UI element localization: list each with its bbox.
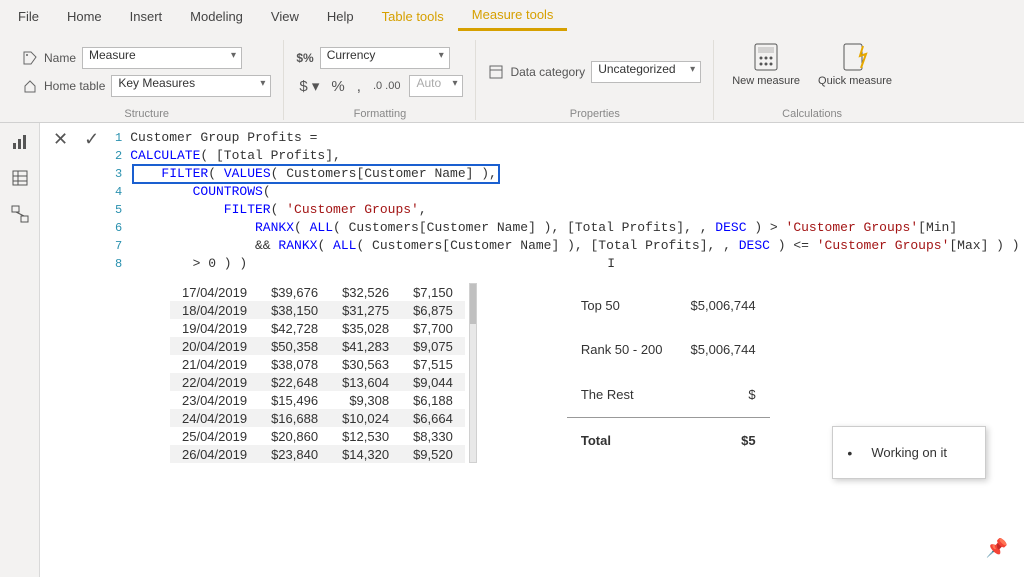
- measure-name-input[interactable]: Measure: [82, 47, 242, 69]
- ribbon-group-formatting: $% Currency $ ▾ % , .0 .00 Auto Formatti…: [284, 40, 476, 120]
- tab-home[interactable]: Home: [53, 3, 116, 30]
- home-icon: [22, 78, 38, 94]
- dax-editor[interactable]: 1Customer Group Profits = 2CALCULATE( [T…: [112, 129, 1019, 273]
- datacategory-label: Data category: [510, 65, 585, 79]
- new-measure-label: New measure: [732, 75, 800, 87]
- tag-icon: [22, 50, 38, 66]
- formula-bar: ✕ ✓ 1Customer Group Profits = 2CALCULATE…: [40, 123, 1024, 277]
- format-icon: $%: [296, 51, 313, 65]
- calculator-icon: [751, 42, 781, 72]
- quick-measure-icon: [840, 42, 870, 72]
- report-view-icon[interactable]: [9, 131, 31, 153]
- date-values-table[interactable]: 17/04/2019$39,676$32,526$7,15018/04/2019…: [170, 283, 465, 463]
- hometable-dropdown[interactable]: Key Measures: [111, 75, 271, 97]
- currency-symbol-button[interactable]: $ ▾: [296, 76, 322, 96]
- tab-view[interactable]: View: [257, 3, 313, 30]
- tab-insert[interactable]: Insert: [116, 3, 177, 30]
- tab-help[interactable]: Help: [313, 3, 368, 30]
- decimals-input[interactable]: Auto: [409, 75, 463, 97]
- tooltip-text: Working on it: [871, 445, 947, 460]
- datacategory-dropdown[interactable]: Uncategorized: [591, 61, 701, 83]
- table-scrollbar[interactable]: [469, 283, 477, 463]
- pin-icon: 📌: [986, 538, 1008, 559]
- view-rail: [0, 123, 40, 577]
- table-row[interactable]: 18/04/2019$38,150$31,275$6,875: [170, 301, 465, 319]
- ribbon-tabs: File Home Insert Modeling View Help Tabl…: [0, 0, 1024, 32]
- hometable-label: Home table: [44, 79, 105, 93]
- quick-measure-button[interactable]: Quick measure: [812, 40, 898, 89]
- formula-commit-button[interactable]: ✓: [81, 129, 102, 150]
- table-row[interactable]: 25/04/2019$20,860$12,530$8,330: [170, 427, 465, 445]
- thousands-button[interactable]: ,: [354, 77, 364, 96]
- table-row[interactable]: 22/04/2019$22,648$13,604$9,044: [170, 373, 465, 391]
- tab-tabletools[interactable]: Table tools: [368, 3, 458, 30]
- table-row[interactable]: 26/04/2019$23,840$14,320$9,520: [170, 445, 465, 463]
- table-row[interactable]: 21/04/2019$38,078$30,563$7,515: [170, 355, 465, 373]
- table-row[interactable]: 23/04/2019$15,496$9,308$6,188: [170, 391, 465, 409]
- ribbon-group-structure: Name Measure Home table Key Measures Str…: [10, 40, 284, 120]
- data-view-icon[interactable]: [9, 167, 31, 189]
- decimal-button[interactable]: .0 .00: [370, 79, 404, 93]
- structure-caption: Structure: [124, 104, 169, 120]
- properties-caption: Properties: [570, 104, 620, 120]
- new-measure-button[interactable]: New measure: [726, 40, 806, 89]
- model-view-icon[interactable]: [9, 203, 31, 225]
- table-row[interactable]: 17/04/2019$39,676$32,526$7,150: [170, 283, 465, 301]
- percent-button[interactable]: %: [328, 77, 347, 96]
- ribbon-group-calculations: New measure Quick measure Calculations: [714, 40, 910, 120]
- ribbon-group-properties: Data category Uncategorized Properties: [476, 40, 714, 120]
- calculations-caption: Calculations: [782, 104, 842, 120]
- table-row[interactable]: 20/04/2019$50,358$41,283$9,075: [170, 337, 465, 355]
- formatting-caption: Formatting: [354, 104, 407, 120]
- table-row[interactable]: 24/04/2019$16,688$10,024$6,664: [170, 409, 465, 427]
- format-dropdown[interactable]: Currency: [320, 47, 450, 69]
- category-icon: [488, 64, 504, 80]
- quick-measure-label: Quick measure: [818, 75, 892, 87]
- tab-measuretools[interactable]: Measure tools: [458, 1, 568, 31]
- working-tooltip: Working on it: [832, 426, 986, 479]
- table-row[interactable]: 19/04/2019$42,728$35,028$7,700: [170, 319, 465, 337]
- name-label: Name: [44, 51, 76, 65]
- summary-table[interactable]: Top 50$5,006,744 Rank 50 - 200$5,006,744…: [567, 283, 770, 463]
- tab-modeling[interactable]: Modeling: [176, 3, 257, 30]
- formula-cancel-button[interactable]: ✕: [50, 129, 71, 150]
- tab-file[interactable]: File: [4, 3, 53, 30]
